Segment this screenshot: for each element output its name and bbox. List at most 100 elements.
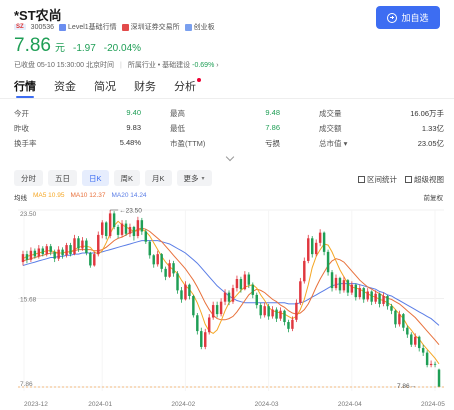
candle-body bbox=[128, 226, 132, 234]
candle-body bbox=[350, 284, 354, 293]
period-more[interactable]: 更多 ▾ bbox=[176, 170, 212, 186]
chevron-right-icon: › bbox=[216, 62, 219, 69]
candle-body bbox=[152, 255, 155, 265]
tab-profile[interactable]: 简况 bbox=[94, 78, 116, 98]
tag-exchange[interactable]: 深圳证券交易所 bbox=[121, 22, 180, 32]
volume-value: 16.06万手 bbox=[410, 109, 444, 118]
candle-body bbox=[108, 213, 112, 237]
candle-body bbox=[81, 240, 84, 249]
low-label: 最低 bbox=[170, 124, 185, 133]
status-row: 已收盘 05-10 15:30:00 北京时间 | 所属行业 • 基础建设 -0… bbox=[14, 60, 219, 70]
candle-body bbox=[132, 226, 136, 237]
y-axis-label: 15.68 bbox=[20, 297, 37, 304]
period-5day[interactable]: 五日 bbox=[48, 170, 77, 186]
y-axis-label: 23.50 bbox=[20, 211, 37, 218]
period-weekly-k[interactable]: 周K bbox=[113, 170, 141, 186]
x-axis-label: 2024-02 bbox=[171, 401, 195, 408]
tab-analysis-label: 分析 bbox=[174, 81, 196, 93]
period-daily-k[interactable]: 日K bbox=[82, 170, 109, 186]
candle-body bbox=[330, 272, 334, 289]
candle-body bbox=[299, 281, 302, 303]
quote-row: 换手率 5.48% 市盈(TTM) 亏损 总市值 ▾ 23.05亿 bbox=[14, 138, 444, 150]
candle-body bbox=[49, 246, 52, 252]
candle-body bbox=[354, 284, 358, 298]
candle-body bbox=[25, 254, 29, 260]
candle-body bbox=[390, 306, 393, 311]
candle-body bbox=[124, 223, 128, 234]
interval-stats-button[interactable]: 区间统计 bbox=[358, 174, 397, 185]
candle-body bbox=[342, 280, 346, 291]
tab-quote[interactable]: 行情 bbox=[14, 78, 36, 98]
candle-body bbox=[326, 251, 330, 273]
period-monthly-k[interactable]: 月K bbox=[145, 170, 172, 186]
tab-finance[interactable]: 财务 bbox=[134, 78, 156, 98]
interval-stats-label: 区间统计 bbox=[367, 175, 397, 184]
candle-body bbox=[310, 238, 314, 255]
candle-body bbox=[303, 260, 306, 282]
ma20-line bbox=[22, 240, 440, 326]
period-selector: 分时 五日 日K 周K 月K 更多 ▾ bbox=[14, 170, 212, 186]
candle-body bbox=[192, 296, 195, 316]
prev-close-value: 9.83 bbox=[126, 123, 141, 132]
tag-board[interactable]: 创业板 bbox=[184, 22, 215, 32]
high-value: 9.48 bbox=[265, 108, 280, 117]
board-icon bbox=[184, 23, 192, 31]
low-value: 7.86 bbox=[265, 123, 280, 132]
period-intraday[interactable]: 分时 bbox=[14, 170, 43, 186]
candle-body bbox=[318, 232, 322, 243]
candle-body bbox=[406, 327, 409, 335]
candle-body bbox=[164, 268, 167, 277]
tag-level1[interactable]: Level1基础行情 bbox=[59, 22, 117, 32]
candle-body bbox=[140, 220, 144, 232]
candle-body bbox=[362, 288, 365, 300]
chevron-down-icon: ▾ bbox=[201, 175, 205, 182]
candle-body bbox=[188, 284, 191, 297]
candle-body bbox=[73, 238, 76, 255]
volume-label: 成交量 bbox=[319, 109, 342, 118]
turnover-value: 5.48% bbox=[119, 138, 141, 147]
candle-body bbox=[180, 290, 183, 300]
candle-body bbox=[41, 248, 45, 255]
mktcap-label: 总市值 ▾ bbox=[319, 138, 347, 149]
kline-chart[interactable]: 23.50 15.68 7.86 ←23.50 7.86→ 2023-12 2024-01 2… bbox=[0, 200, 454, 410]
candle-body bbox=[144, 231, 148, 242]
candle-body bbox=[235, 279, 239, 289]
notification-dot-icon bbox=[197, 78, 201, 82]
candle-body bbox=[93, 254, 96, 266]
window-icon bbox=[405, 176, 412, 183]
tab-funds[interactable]: 资金 bbox=[54, 78, 76, 98]
price-unit: 元 bbox=[54, 43, 65, 54]
x-axis-label: 2023-12 bbox=[24, 401, 48, 408]
add-watchlist-button[interactable]: 加自选 bbox=[376, 6, 440, 29]
candle-body bbox=[291, 319, 294, 329]
candle-body bbox=[271, 309, 274, 317]
caret-down-icon[interactable]: ▾ bbox=[344, 139, 348, 148]
x-axis-label: 2024-05 bbox=[421, 401, 445, 408]
candle-body bbox=[275, 309, 278, 319]
expand-chevron-icon[interactable] bbox=[225, 152, 235, 162]
candle-body bbox=[358, 288, 362, 298]
super-view-button[interactable]: 超级视图 bbox=[405, 174, 444, 185]
candle-body bbox=[433, 363, 437, 365]
exchange-icon bbox=[121, 23, 129, 31]
candle-body bbox=[394, 310, 397, 325]
candle-body bbox=[398, 314, 401, 325]
candle-body bbox=[184, 284, 187, 300]
candle-body bbox=[61, 249, 64, 256]
mktcap-label-text: 总市值 bbox=[319, 139, 342, 148]
tab-analysis[interactable]: 分析 bbox=[174, 78, 201, 98]
industry-link[interactable]: 所属行业 • 基础建设 -0.69% › bbox=[128, 60, 219, 70]
quote-row: 昨收 9.83 最低 7.86 成交额 1.33亿 bbox=[14, 123, 444, 135]
tag-level1-label: Level1基础行情 bbox=[68, 24, 117, 31]
candle-body bbox=[148, 241, 152, 256]
candle-body bbox=[37, 248, 41, 257]
pe-label: 市盈(TTM) bbox=[170, 139, 206, 148]
candle-body bbox=[57, 249, 60, 259]
candle-body bbox=[172, 263, 175, 274]
candle-body bbox=[437, 369, 441, 387]
amount-value: 1.33亿 bbox=[421, 124, 444, 133]
y-axis-label: 7.86 bbox=[20, 381, 33, 388]
candle-body bbox=[200, 331, 203, 347]
candle-body bbox=[255, 294, 258, 306]
candle-body bbox=[243, 274, 247, 290]
